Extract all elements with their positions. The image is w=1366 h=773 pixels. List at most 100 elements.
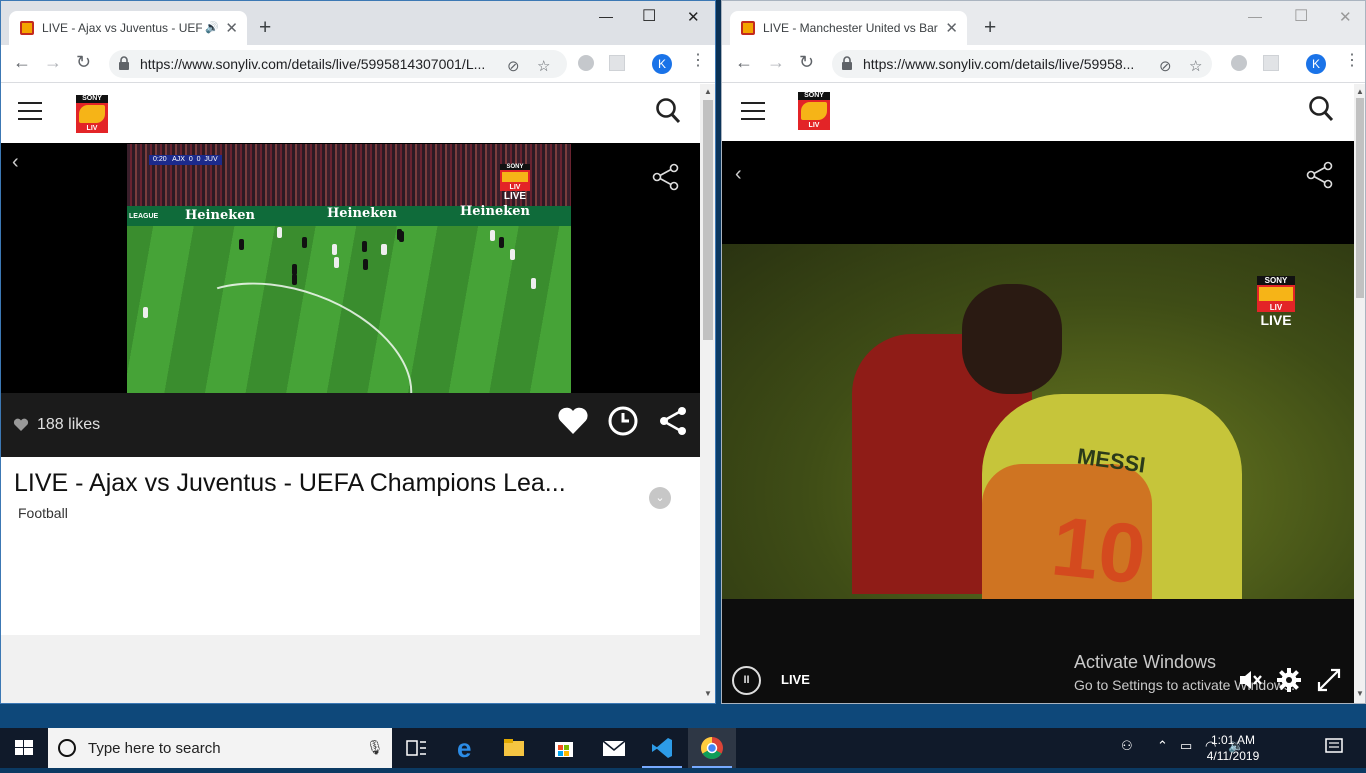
- watermark-swoosh: [500, 170, 530, 184]
- player-figure: [143, 307, 148, 318]
- ad-text-2: Heineken: [327, 206, 397, 221]
- address-bar[interactable]: https://www.sonyliv.com/details/live/599…: [109, 50, 567, 78]
- reload-icon[interactable]: ↻: [76, 53, 91, 71]
- scrollbar-thumb[interactable]: [703, 100, 713, 340]
- edge-browser-icon[interactable]: e: [442, 728, 490, 768]
- maximize-icon[interactable]: ☐: [1294, 6, 1308, 26]
- minimize-icon[interactable]: —: [1248, 8, 1262, 24]
- tab-strip: LIVE - Manchester United vs Barc ✕ + — ☐…: [722, 1, 1365, 45]
- extension-globe-icon[interactable]: [1231, 55, 1247, 71]
- video-frame[interactable]: LEAGUE Heineken Heineken Heineken 0:20 A…: [127, 144, 571, 393]
- page-scrollbar[interactable]: ▲ ▼: [1354, 84, 1365, 703]
- mute-icon[interactable]: [1237, 667, 1263, 693]
- task-view-icon[interactable]: [392, 728, 440, 768]
- right-browser-window: LIVE - Manchester United vs Barc ✕ + — ☐…: [721, 0, 1366, 704]
- extension-icon[interactable]: [609, 55, 625, 71]
- vscode-icon[interactable]: [638, 728, 686, 768]
- back-arrow-icon[interactable]: ←: [13, 53, 31, 71]
- extension-globe-icon[interactable]: [578, 55, 594, 71]
- scrollbar-thumb[interactable]: [1356, 98, 1364, 298]
- heart-small-icon: [13, 418, 29, 431]
- system-clock[interactable]: 1:01 AM 4/11/2019: [1197, 732, 1269, 764]
- show-hidden-icons-chevron[interactable]: ⌃: [1157, 738, 1168, 754]
- hamburger-menu-icon[interactable]: [18, 102, 42, 120]
- scroll-up-icon[interactable]: ▲: [1356, 87, 1364, 96]
- tab-strip: LIVE - Ajax vs Juventus - UEFA 🔊 ✕ + — ☐…: [1, 1, 715, 45]
- video-frame[interactable]: MESSI 10 SONY LIV LIVE: [722, 244, 1354, 599]
- blocked-popup-icon[interactable]: ⊘: [1159, 57, 1172, 75]
- maximize-icon[interactable]: ☐: [642, 6, 656, 26]
- profile-avatar[interactable]: K: [652, 54, 672, 74]
- back-chevron-icon[interactable]: ‹: [735, 163, 742, 186]
- address-bar[interactable]: https://www.sonyliv.com/details/live/599…: [832, 50, 1212, 78]
- share-icon[interactable]: [657, 405, 689, 437]
- away-score: 0: [196, 156, 201, 163]
- file-explorer-icon[interactable]: [490, 728, 538, 768]
- expand-chevron-icon[interactable]: ⌄: [649, 487, 671, 509]
- audio-playing-icon[interactable]: 🔊: [205, 21, 219, 34]
- close-window-icon[interactable]: ✕: [1339, 8, 1352, 26]
- search-icon[interactable]: [1308, 95, 1334, 123]
- microphone-icon[interactable]: 🎙: [366, 739, 384, 756]
- fullscreen-icon[interactable]: [1316, 667, 1342, 693]
- logo-swoosh: [79, 105, 105, 123]
- close-window-icon[interactable]: ✕: [687, 8, 700, 26]
- like-heart-icon[interactable]: [557, 405, 589, 437]
- share-icon[interactable]: [1306, 161, 1334, 189]
- league-board-text: LEAGUE: [129, 213, 159, 220]
- extension-icon[interactable]: [1263, 55, 1279, 71]
- reload-icon[interactable]: ↻: [799, 53, 814, 71]
- profile-avatar[interactable]: K: [1306, 54, 1326, 74]
- forward-arrow-icon[interactable]: →: [767, 53, 785, 71]
- player-figure: [334, 257, 339, 268]
- tab-ajax-juventus[interactable]: LIVE - Ajax vs Juventus - UEFA 🔊 ✕: [9, 11, 247, 45]
- chrome-icon[interactable]: [688, 728, 736, 768]
- close-tab-icon[interactable]: ✕: [945, 19, 958, 37]
- url-text: https://www.sonyliv.com/details/live/599…: [140, 56, 486, 72]
- store-icon[interactable]: [540, 728, 588, 768]
- svg-text:e: e: [457, 733, 471, 763]
- new-tab-button[interactable]: +: [259, 17, 271, 38]
- scroll-down-icon[interactable]: ▼: [704, 689, 712, 698]
- watch-later-clock-icon[interactable]: [607, 405, 639, 437]
- sonyliv-logo[interactable]: SONY LIV: [76, 95, 108, 133]
- bookmark-star-icon[interactable]: ☆: [1189, 57, 1202, 75]
- mail-icon[interactable]: [590, 728, 638, 768]
- player-figure: [490, 230, 495, 241]
- back-arrow-icon[interactable]: ←: [735, 53, 753, 71]
- new-tab-button[interactable]: +: [984, 17, 996, 38]
- player-figure: [499, 237, 504, 248]
- scroll-down-icon[interactable]: ▼: [1356, 689, 1364, 698]
- battery-icon[interactable]: ▭: [1180, 738, 1192, 754]
- scorebug: 0:20 AJX 0 0 JUV: [149, 155, 222, 165]
- back-chevron-icon[interactable]: ‹: [12, 151, 19, 174]
- share-icon[interactable]: [652, 163, 680, 191]
- menu-kebab-icon[interactable]: ⋮: [690, 53, 706, 69]
- sonyliv-logo[interactable]: SONY LIV: [798, 92, 830, 130]
- pause-button[interactable]: II: [732, 666, 761, 695]
- bookmark-star-icon[interactable]: ☆: [537, 57, 550, 75]
- menu-kebab-icon[interactable]: ⋮: [1344, 53, 1360, 69]
- action-center-icon[interactable]: [1318, 736, 1366, 760]
- likes-bar: 188 likes: [1, 393, 700, 457]
- search-placeholder: Type here to search: [88, 740, 221, 757]
- close-tab-icon[interactable]: ✕: [225, 19, 238, 37]
- video-player-top[interactable]: ‹: [722, 141, 1354, 244]
- search-icon[interactable]: [655, 97, 681, 125]
- hamburger-menu-icon[interactable]: [741, 102, 765, 120]
- player-figure: [362, 241, 367, 252]
- people-icon[interactable]: ⚇: [1121, 738, 1133, 754]
- windows-start-icon[interactable]: [0, 728, 48, 768]
- tab-title: LIVE - Ajax vs Juventus - UEFA: [42, 21, 202, 35]
- tab-manutd-barcelona[interactable]: LIVE - Manchester United vs Barc ✕: [730, 11, 967, 45]
- taskbar-search-box[interactable]: Type here to search 🎙: [48, 728, 392, 768]
- lock-icon: [119, 56, 129, 70]
- minimize-icon[interactable]: —: [599, 8, 613, 24]
- settings-gear-icon[interactable]: [1276, 667, 1302, 693]
- video-watermark: SONY LIV LIVE: [1257, 276, 1295, 328]
- blocked-popup-icon[interactable]: ⊘: [507, 57, 520, 75]
- page-scrollbar[interactable]: ▲ ▼: [700, 84, 715, 703]
- scroll-up-icon[interactable]: ▲: [704, 87, 712, 96]
- forward-arrow-icon[interactable]: →: [44, 53, 62, 71]
- watermark-live: LIVE: [1260, 312, 1292, 328]
